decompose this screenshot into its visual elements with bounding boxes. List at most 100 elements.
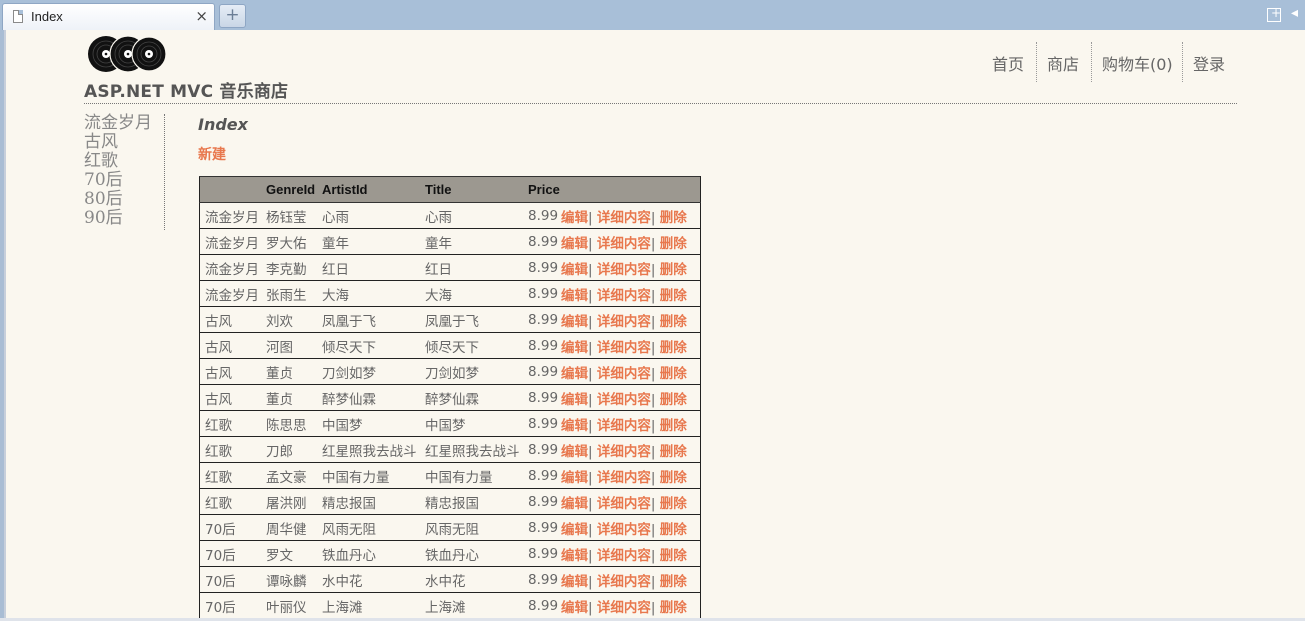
sidebar-genre-link[interactable]: 80后 — [84, 190, 164, 209]
browser-tab[interactable]: Index × — [2, 3, 215, 30]
price-cell: 8.99 — [523, 592, 561, 619]
delete-link[interactable]: 删除 — [660, 314, 687, 330]
action-separator: | — [588, 339, 593, 356]
new-window-icon[interactable] — [1267, 6, 1281, 22]
document-icon — [13, 10, 23, 23]
tab-title: Index — [31, 9, 63, 24]
price-cell: 8.99 — [523, 540, 561, 567]
details-link[interactable]: 详细内容 — [597, 366, 651, 382]
details-link[interactable]: 详细内容 — [597, 314, 651, 330]
details-link[interactable]: 详细内容 — [597, 262, 651, 278]
details-link[interactable]: 详细内容 — [597, 496, 651, 512]
nav-cart[interactable]: 购物车(0) — [1102, 51, 1173, 75]
delete-link[interactable]: 删除 — [660, 236, 687, 252]
details-link[interactable]: 详细内容 — [597, 470, 651, 486]
delete-link[interactable]: 删除 — [660, 444, 687, 460]
title-cell: 精忠报国 — [420, 488, 523, 515]
delete-link[interactable]: 删除 — [660, 496, 687, 512]
title-cell: 中国梦 — [317, 410, 420, 437]
details-link[interactable]: 详细内容 — [597, 418, 651, 434]
details-link[interactable]: 详细内容 — [597, 236, 651, 252]
sidebar-genre-link[interactable]: 流金岁月 — [84, 114, 164, 133]
edit-link[interactable]: 编辑 — [561, 574, 588, 590]
title-cell: 铁血丹心 — [317, 540, 420, 567]
details-link[interactable]: 详细内容 — [597, 288, 651, 304]
edit-link[interactable]: 编辑 — [561, 314, 588, 330]
back-arrow-icon[interactable]: ◂ — [1291, 5, 1298, 21]
edit-link[interactable]: 编辑 — [561, 288, 588, 304]
genre-cell: 70后 — [199, 566, 261, 593]
delete-link[interactable]: 删除 — [660, 418, 687, 434]
sidebar-genre-link[interactable]: 古风 — [84, 133, 164, 152]
action-separator: | — [650, 261, 656, 278]
title-cell: 红日 — [317, 254, 420, 281]
genre-cell: 红歌 — [199, 436, 261, 463]
details-link[interactable]: 详细内容 — [597, 340, 651, 356]
edit-link[interactable]: 编辑 — [561, 236, 588, 252]
edit-link[interactable]: 编辑 — [561, 548, 588, 564]
sidebar-genre-link[interactable]: 70后 — [84, 171, 164, 190]
title-cell: 大海 — [420, 280, 523, 307]
nav-store[interactable]: 商店 — [1047, 51, 1079, 75]
sidebar-genre-link[interactable]: 90后 — [84, 209, 164, 228]
delete-link[interactable]: 删除 — [660, 600, 687, 616]
create-new-link[interactable]: 新建 — [198, 144, 226, 164]
edit-link[interactable]: 编辑 — [561, 600, 588, 616]
edit-link[interactable]: 编辑 — [561, 522, 588, 538]
genre-cell: 70后 — [199, 540, 261, 567]
edit-link[interactable]: 编辑 — [561, 444, 588, 460]
details-link[interactable]: 详细内容 — [597, 444, 651, 460]
nav-home[interactable]: 首页 — [992, 51, 1024, 75]
price-cell: 8.99 — [523, 202, 561, 229]
delete-link[interactable]: 删除 — [660, 262, 687, 278]
title-cell: 上海滩 — [317, 592, 420, 619]
actions-cell: 编辑| 详细内容| 删除 — [561, 280, 701, 307]
delete-link[interactable]: 删除 — [660, 340, 687, 356]
edit-link[interactable]: 编辑 — [561, 262, 588, 278]
table-row: 70后 谭咏麟 水中花 水中花 8.99 编辑| 详细内容| 删除 — [199, 566, 701, 593]
edit-link[interactable]: 编辑 — [561, 392, 588, 408]
edit-link[interactable]: 编辑 — [561, 470, 588, 486]
details-link[interactable]: 详细内容 — [597, 548, 651, 564]
table-row: 红歌 刀郎 红星照我去战斗 红星照我去战斗 8.99 编辑| 详细内容| 删除 — [199, 436, 701, 463]
edit-link[interactable]: 编辑 — [561, 496, 588, 512]
genre-cell: 流金岁月 — [199, 254, 261, 281]
artist-cell: 董贞 — [261, 358, 317, 385]
artist-cell: 刘欢 — [261, 306, 317, 333]
actions-cell: 编辑| 详细内容| 删除 — [561, 384, 701, 411]
delete-link[interactable]: 删除 — [660, 548, 687, 564]
nav-separator — [1182, 42, 1183, 82]
delete-link[interactable]: 删除 — [660, 210, 687, 226]
action-separator: | — [588, 599, 593, 616]
action-separator: | — [650, 521, 656, 538]
edit-link[interactable]: 编辑 — [561, 210, 588, 226]
details-link[interactable]: 详细内容 — [597, 522, 651, 538]
artist-cell: 杨钰莹 — [261, 202, 317, 229]
edit-link[interactable]: 编辑 — [561, 366, 588, 382]
delete-link[interactable]: 删除 — [660, 470, 687, 486]
artist-cell: 罗文 — [261, 540, 317, 567]
actions-cell: 编辑| 详细内容| 删除 — [561, 540, 701, 567]
new-tab-button[interactable]: + — [219, 4, 246, 28]
delete-link[interactable]: 删除 — [660, 392, 687, 408]
delete-link[interactable]: 删除 — [660, 288, 687, 304]
genre-cell: 古风 — [199, 384, 261, 411]
delete-link[interactable]: 删除 — [660, 522, 687, 538]
actions-cell: 编辑| 详细内容| 删除 — [561, 306, 701, 333]
edit-link[interactable]: 编辑 — [561, 418, 588, 434]
nav-login[interactable]: 登录 — [1193, 51, 1225, 75]
price-cell: 8.99 — [523, 280, 561, 307]
action-separator: | — [588, 287, 593, 304]
details-link[interactable]: 详细内容 — [597, 574, 651, 590]
details-link[interactable]: 详细内容 — [597, 600, 651, 616]
action-separator: | — [588, 443, 593, 460]
sidebar-genre-link[interactable]: 红歌 — [84, 152, 164, 171]
genre-cell: 古风 — [199, 332, 261, 359]
delete-link[interactable]: 删除 — [660, 366, 687, 382]
table-row: 古风 董贞 刀剑如梦 刀剑如梦 8.99 编辑| 详细内容| 删除 — [199, 358, 701, 385]
delete-link[interactable]: 删除 — [660, 574, 687, 590]
tab-close-icon[interactable]: × — [195, 7, 208, 25]
details-link[interactable]: 详细内容 — [597, 210, 651, 226]
edit-link[interactable]: 编辑 — [561, 340, 588, 356]
details-link[interactable]: 详细内容 — [597, 392, 651, 408]
